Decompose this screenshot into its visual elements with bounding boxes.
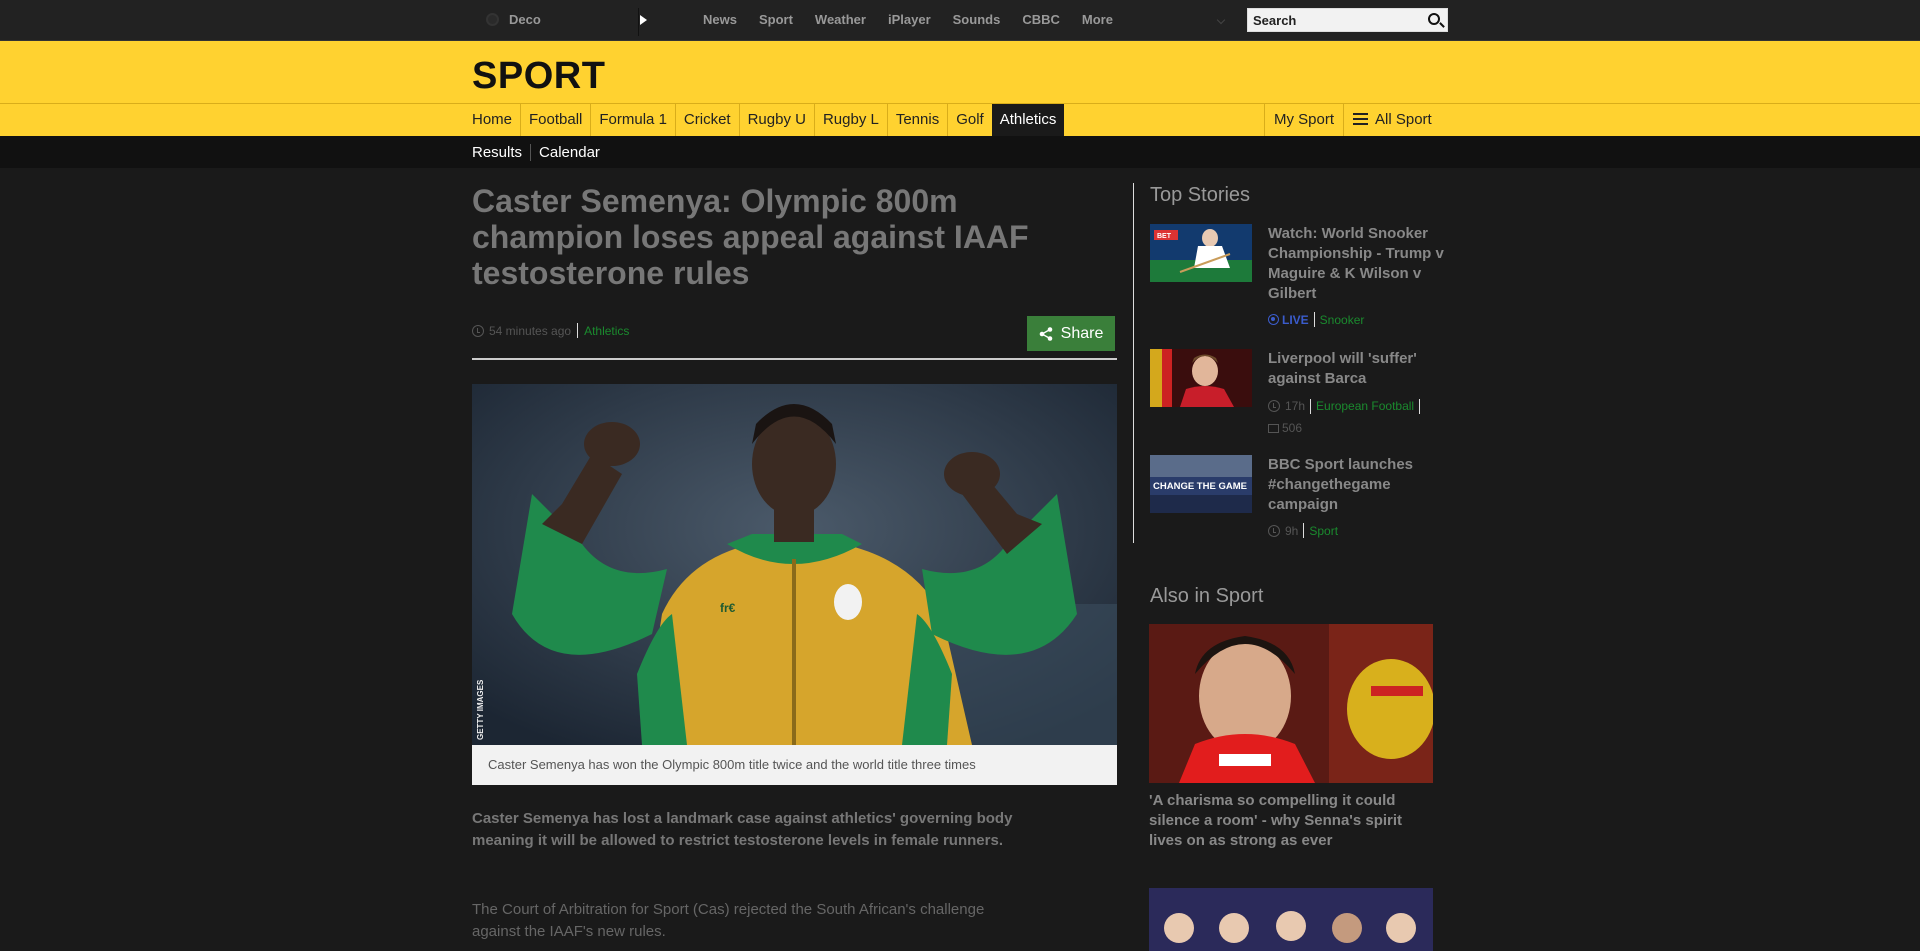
play-icon[interactable] (640, 15, 647, 25)
sport-nav-rugby-union[interactable]: Rugby U (740, 104, 815, 136)
article-section-link[interactable]: Athletics (584, 324, 629, 338)
global-nav-cbbc[interactable]: CBBC (1022, 12, 1060, 27)
story-thumbnail[interactable]: BET (1150, 224, 1252, 282)
clock-icon (1268, 524, 1280, 537)
live-badge: LIVE (1268, 313, 1309, 327)
global-top-bar: Deco News Sport Weather iPlayer Sounds C… (0, 0, 1920, 41)
share-label: Share (1060, 324, 1104, 342)
article-timestamp: 54 minutes ago (489, 323, 572, 338)
top-stories-heading: Top Stories (1150, 184, 1251, 206)
top-story-changethegame[interactable]: CHANGE THE GAME BBC Sport launches #chan… (1150, 455, 1450, 545)
sidebar-divider (1133, 183, 1134, 543)
story-tag-link[interactable]: Sport (1309, 524, 1338, 538)
global-nav-sounds[interactable]: Sounds (953, 12, 1001, 27)
top-story-snooker[interactable]: BET Watch: World Snooker Championship - … (1150, 224, 1450, 334)
search-icon[interactable] (1428, 13, 1440, 25)
svg-text:fr€: fr€ (720, 601, 736, 615)
athletics-sub-nav: Results Calendar (0, 136, 1920, 168)
global-nav-iplayer[interactable]: iPlayer (888, 12, 931, 27)
sport-nav-tennis[interactable]: Tennis (888, 104, 949, 136)
top-divider (638, 8, 639, 36)
story-title[interactable]: Watch: World Snooker Championship - Trum… (1268, 224, 1448, 304)
sport-nav-football[interactable]: Football (521, 104, 592, 136)
sport-nav-home[interactable]: Home (472, 104, 522, 136)
sport-nav-formula-1[interactable]: Formula 1 (591, 104, 676, 136)
sport-logo[interactable]: SPORT (472, 55, 605, 98)
meta-divider (1313, 312, 1315, 327)
comment-icon (1268, 423, 1279, 433)
story-thumbnail[interactable] (1150, 349, 1252, 407)
search-placeholder: Search (1253, 13, 1297, 28)
thumb-caption: CHANGE THE GAME (1153, 481, 1247, 492)
story-time: 9h (1285, 523, 1299, 538)
global-nav-more[interactable]: More (1082, 12, 1113, 27)
chevron-down-icon[interactable] (1216, 15, 1226, 25)
article-meta: 54 minutes ago Athletics (472, 323, 629, 338)
comments-link[interactable]: 506 (1268, 417, 1302, 439)
sport-nav: Home Football Formula 1 Cricket Rugby U … (0, 104, 1920, 136)
account-label: Deco (509, 12, 541, 27)
live-icon (1268, 314, 1279, 325)
story-meta: 17h European Football 506 (1268, 395, 1448, 439)
account-link[interactable]: Deco (486, 12, 541, 27)
also-story-thumbnail-2[interactable] (1149, 888, 1433, 951)
search-input[interactable]: Search (1247, 8, 1448, 32)
article-lead: Caster Semenya has lost a landmark case … (472, 810, 1013, 849)
article-paragraph: The Court of Arbitration for Sport (Cas)… (472, 901, 985, 940)
global-nav: News Sport Weather iPlayer Sounds CBBC M… (703, 12, 1135, 27)
image-caption: Caster Semenya has won the Olympic 800m … (472, 745, 1117, 785)
sport-nav-athletics[interactable]: Athletics (991, 104, 1065, 136)
meta-divider (1419, 398, 1421, 414)
story-meta: 9h Sport (1268, 523, 1448, 538)
meta-divider (1303, 523, 1305, 538)
global-nav-sport[interactable]: Sport (759, 12, 793, 27)
also-story-title[interactable]: 'A charisma so compelling it could silen… (1149, 791, 1433, 851)
sport-nav-cricket[interactable]: Cricket (676, 104, 740, 136)
story-tag-link[interactable]: Snooker (1320, 313, 1365, 327)
top-story-liverpool[interactable]: Liverpool will 'suffer' against Barca 17… (1150, 349, 1450, 439)
menu-icon (1353, 113, 1369, 125)
sub-nav-results[interactable]: Results (472, 144, 530, 161)
story-title[interactable]: Liverpool will 'suffer' against Barca (1268, 349, 1448, 389)
sport-nav-golf[interactable]: Golf (948, 104, 992, 136)
clock-icon (472, 324, 484, 337)
svg-text:BET: BET (1157, 233, 1172, 240)
story-meta: LIVE Snooker (1268, 312, 1448, 327)
clock-icon (1268, 400, 1280, 412)
all-sport-menu[interactable]: All Sport (1343, 104, 1441, 136)
article-rule (472, 358, 1117, 360)
story-thumbnail[interactable]: CHANGE THE GAME (1150, 455, 1252, 513)
account-icon (486, 13, 499, 26)
story-tag-link[interactable]: European Football (1316, 395, 1414, 417)
share-button[interactable]: Share (1027, 316, 1115, 351)
meta-divider (1310, 398, 1312, 414)
meta-divider (577, 323, 579, 338)
my-sport-link[interactable]: My Sport (1264, 104, 1343, 136)
also-story-thumbnail[interactable] (1149, 624, 1433, 783)
article-headline: Caster Semenya: Olympic 800m champion lo… (472, 183, 1029, 291)
comment-count: 506 (1282, 421, 1303, 435)
sub-nav-calendar[interactable]: Calendar (530, 144, 608, 161)
share-icon (1039, 326, 1053, 341)
brand-band: SPORT (0, 41, 1920, 104)
story-title[interactable]: BBC Sport launches #changethegame campai… (1268, 455, 1448, 515)
live-label: LIVE (1282, 312, 1309, 327)
also-in-sport-heading: Also in Sport (1150, 585, 1264, 607)
image-credit: GETTY IMAGES (476, 679, 485, 740)
story-time: 17h (1285, 399, 1306, 413)
article-photo[interactable]: fr€ (472, 384, 1117, 745)
all-sport-label: All Sport (1375, 111, 1432, 128)
global-nav-weather[interactable]: Weather (815, 12, 866, 27)
sport-nav-rugby-league[interactable]: Rugby L (815, 104, 888, 136)
global-nav-news[interactable]: News (703, 12, 737, 27)
